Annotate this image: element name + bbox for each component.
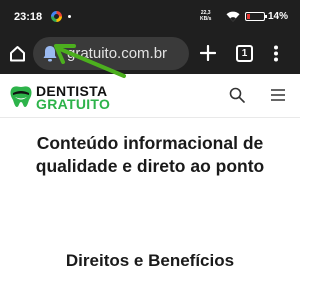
site-header: DENTISTA GRATUITO	[0, 74, 300, 118]
status-bar: 23:18 22,3 KB/s 14%	[0, 0, 300, 34]
logo-text-gratuito[interactable]: GRATUITO	[36, 96, 110, 112]
status-time: 23:18	[14, 11, 43, 23]
notification-bell-icon[interactable]	[40, 44, 60, 63]
plus-icon[interactable]	[200, 45, 216, 61]
search-icon[interactable]	[229, 87, 245, 103]
tab-switcher-icon[interactable]: 1	[236, 45, 253, 62]
google-app-icon	[51, 11, 62, 22]
section-title: Direitos e Benefícios	[65, 251, 235, 270]
battery-icon	[245, 12, 267, 21]
url-text[interactable]: gratuito.com.br	[67, 45, 167, 62]
network-speed: 22,3 KB/s	[200, 10, 211, 22]
address-bar[interactable]: gratuito.com.br	[33, 37, 189, 70]
home-icon[interactable]	[9, 45, 26, 62]
more-vert-icon[interactable]	[273, 45, 279, 62]
notification-dot-icon	[68, 15, 71, 18]
tooth-mascot-logo-icon[interactable]	[8, 84, 34, 108]
browser-toolbar: gratuito.com.br 1	[0, 34, 300, 74]
hero-title: Conteúdo informacional de qualidade e di…	[35, 133, 265, 176]
wifi-icon	[226, 11, 240, 22]
hamburger-menu-icon[interactable]	[271, 89, 285, 101]
network-speed-unit: KB/s	[200, 16, 212, 22]
battery-percent: 14%	[268, 11, 289, 22]
